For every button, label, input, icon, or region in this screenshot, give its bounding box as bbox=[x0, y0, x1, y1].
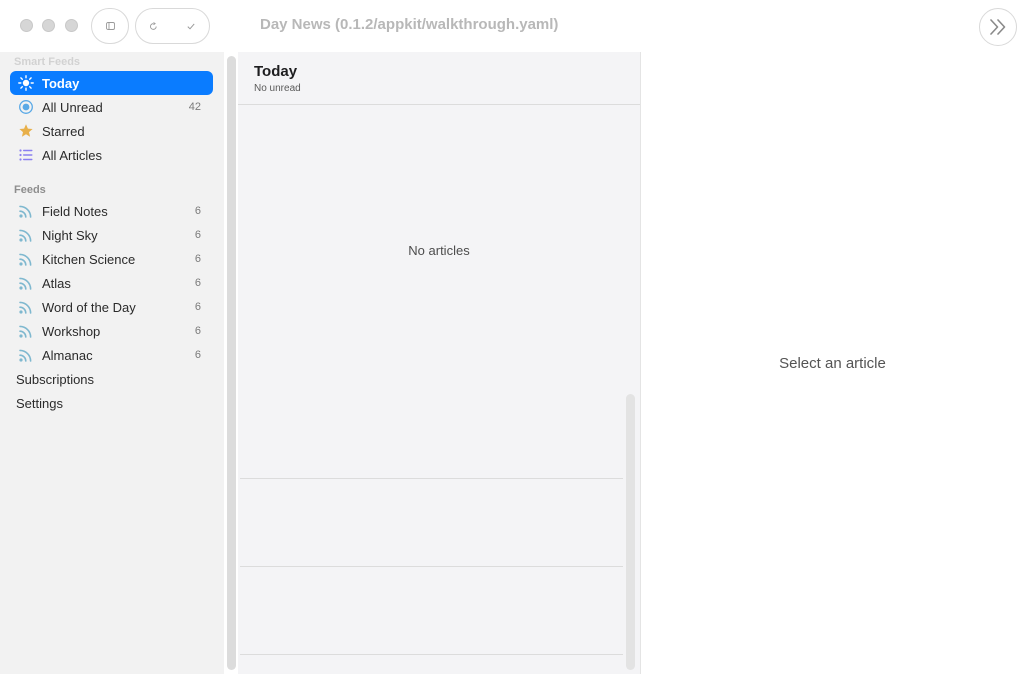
list-header-divider bbox=[238, 104, 640, 105]
unread-count: 42 bbox=[188, 101, 201, 113]
sidebar-item-field-notes[interactable]: Field Notes 6 bbox=[10, 199, 213, 223]
list-scrollbar[interactable] bbox=[626, 394, 635, 670]
sidebar-item-word-of-the-day[interactable]: Word of the Day 6 bbox=[10, 295, 213, 319]
sidebar-item-kitchen-science[interactable]: Kitchen Science 6 bbox=[10, 247, 213, 271]
checkmark-icon[interactable] bbox=[187, 23, 195, 30]
sidebar-item-label: All Unread bbox=[42, 100, 103, 115]
feeds-header: Feeds bbox=[14, 184, 46, 196]
close-window-button[interactable] bbox=[20, 19, 33, 32]
feed-count: 6 bbox=[194, 301, 201, 313]
star-icon bbox=[19, 124, 33, 137]
sidebar-item-label: Today bbox=[42, 76, 80, 91]
feed-count: 6 bbox=[194, 325, 201, 337]
expand-button[interactable] bbox=[979, 8, 1017, 46]
rss-icon bbox=[19, 301, 32, 314]
chevron-double-right-icon bbox=[990, 19, 1006, 35]
sidebar-scrollbar[interactable] bbox=[227, 56, 236, 670]
article-detail-pane: Select an article bbox=[641, 52, 1024, 674]
sidebar-item-label: Almanac bbox=[42, 348, 93, 363]
sidebar-item-workshop[interactable]: Workshop 6 bbox=[10, 319, 213, 343]
feed-count: 6 bbox=[194, 205, 201, 217]
sidebar-item-all-unread[interactable]: All Unread 42 bbox=[10, 95, 213, 119]
sidebar-item-label: Atlas bbox=[42, 276, 71, 291]
rss-icon bbox=[19, 229, 32, 242]
sidebar-item-label: Night Sky bbox=[42, 228, 98, 243]
sidebar-item-starred[interactable]: Starred bbox=[10, 119, 213, 143]
feed-count: 6 bbox=[194, 277, 201, 289]
list-subtitle: No unread bbox=[254, 83, 301, 94]
sidebar-item-label: All Articles bbox=[42, 148, 102, 163]
empty-list-message: No articles bbox=[408, 243, 470, 258]
refresh-icon[interactable] bbox=[149, 22, 158, 31]
minimize-window-button[interactable] bbox=[42, 19, 55, 32]
list-row-divider bbox=[240, 566, 623, 567]
empty-detail-message: Select an article bbox=[779, 355, 886, 372]
sidebar-item-today[interactable]: Today bbox=[10, 71, 213, 95]
app-window: Day News (0.1.2/appkit/walkthrough.yaml)… bbox=[0, 0, 1024, 674]
article-list-pane: Today No unread No articles bbox=[238, 52, 640, 674]
feed-count: 6 bbox=[194, 253, 201, 265]
smart-feeds-header: Smart Feeds bbox=[14, 56, 81, 68]
sidebar-item-label: Field Notes bbox=[42, 204, 108, 219]
sidebar-item-all-articles[interactable]: All Articles bbox=[10, 143, 213, 167]
rss-icon bbox=[19, 253, 32, 266]
feed-count: 6 bbox=[194, 229, 201, 241]
sun-icon bbox=[18, 75, 34, 91]
sidebar-icon bbox=[106, 22, 115, 30]
sidebar-item-night-sky[interactable]: Night Sky 6 bbox=[10, 223, 213, 247]
rss-icon bbox=[19, 205, 32, 218]
rss-icon bbox=[19, 325, 32, 338]
unread-circle-icon bbox=[19, 100, 33, 114]
rss-icon bbox=[19, 349, 32, 362]
title-bar: Day News (0.1.2/appkit/walkthrough.yaml) bbox=[0, 0, 1024, 52]
sidebar-item-label: Kitchen Science bbox=[42, 252, 136, 267]
sidebar-item-label: Word of the Day bbox=[42, 300, 136, 315]
feed-count: 6 bbox=[194, 349, 201, 361]
sidebar-item-label: Starred bbox=[42, 124, 85, 139]
sidebar-item-settings[interactable]: Settings bbox=[16, 396, 63, 411]
sidebar-item-label: Workshop bbox=[42, 324, 101, 339]
toolbar-action-group bbox=[135, 8, 210, 44]
list-title: Today bbox=[254, 63, 298, 80]
zoom-window-button[interactable] bbox=[65, 19, 78, 32]
list-row-divider bbox=[240, 654, 623, 655]
rss-icon bbox=[19, 277, 32, 290]
sidebar-item-atlas[interactable]: Atlas 6 bbox=[10, 271, 213, 295]
list-row-divider bbox=[240, 478, 623, 479]
sidebar-item-almanac[interactable]: Almanac 6 bbox=[10, 343, 213, 367]
sidebar-toggle-button[interactable] bbox=[91, 8, 129, 44]
list-icon bbox=[19, 149, 33, 161]
window-title: Day News (0.1.2/appkit/walkthrough.yaml) bbox=[260, 16, 559, 33]
sidebar-item-subscriptions[interactable]: Subscriptions bbox=[16, 372, 94, 387]
